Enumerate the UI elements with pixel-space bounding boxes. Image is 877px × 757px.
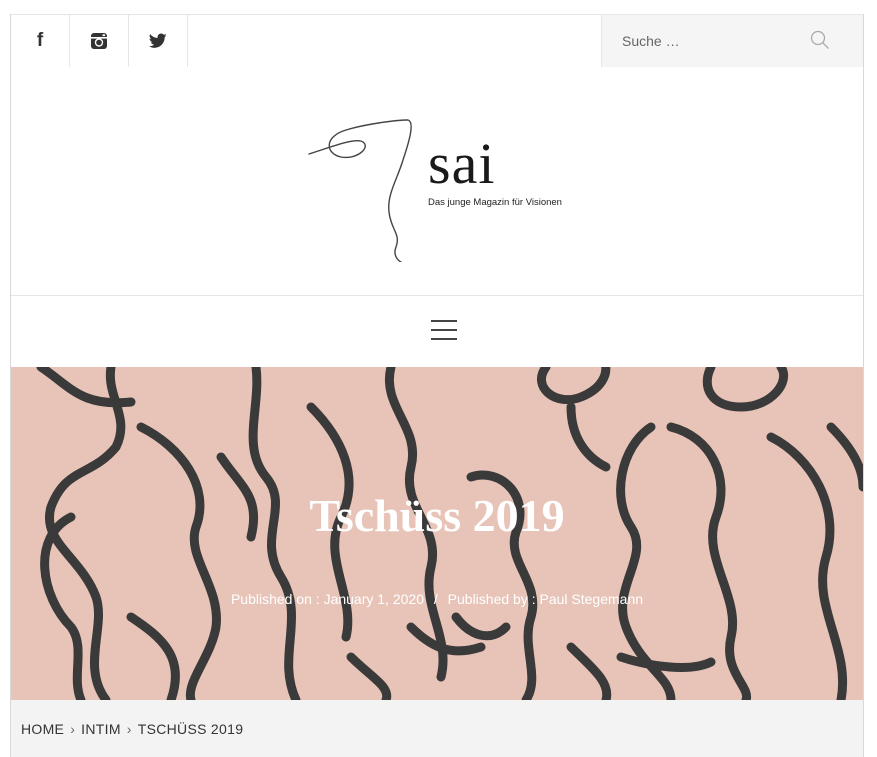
post-title: Tschüss 2019	[309, 490, 565, 541]
instagram-link[interactable]	[70, 15, 129, 67]
breadcrumb-home[interactable]: HOME	[21, 721, 64, 737]
menu-bar	[431, 320, 457, 322]
menu-bar	[431, 338, 457, 340]
breadcrumb-trail: HOME › INTIM › TSCHÜSS 2019	[21, 721, 243, 737]
breadcrumb-arrow-icon: ›	[70, 720, 76, 737]
facebook-link[interactable]: f	[11, 15, 70, 67]
post-meta: Published on : January 1, 2020 / Publish…	[11, 591, 863, 607]
search-icon[interactable]	[810, 30, 830, 50]
breadcrumb-category[interactable]: INTIM	[81, 721, 121, 737]
search-input[interactable]	[620, 32, 794, 50]
site-header: sai Das junge Magazin für Visionen	[11, 67, 863, 295]
menu-bar	[431, 329, 457, 331]
social-links: f	[11, 15, 188, 67]
author-link[interactable]: Paul Stegemann	[540, 591, 644, 607]
published-by-label: Published by :	[447, 591, 536, 607]
search-box	[601, 15, 863, 67]
site-title[interactable]: sai	[428, 135, 495, 193]
twitter-icon	[149, 33, 167, 48]
published-date-link[interactable]: January 1, 2020	[324, 591, 424, 607]
instagram-icon	[91, 33, 107, 49]
twitter-link[interactable]	[129, 15, 188, 67]
published-on-label: Published on :	[230, 591, 320, 607]
site-tagline: Das junge Magazin für Visionen	[428, 197, 562, 208]
menu-toggle-icon[interactable]	[431, 320, 457, 342]
logo-scribble-icon[interactable]	[301, 102, 421, 262]
top-bar: f	[11, 14, 863, 68]
page-frame: f Suche … sai Das junge Magazin für Visi…	[10, 14, 864, 757]
meta-separator: /	[433, 591, 438, 607]
hero-banner: Tschüss 2019 Published on : January 1, 2…	[11, 367, 863, 700]
breadcrumb-current: TSCHÜSS 2019	[137, 720, 244, 737]
main-navigation	[11, 295, 863, 368]
breadcrumb: HOME › INTIM › TSCHÜSS 2019	[11, 700, 863, 757]
breadcrumb-arrow-icon: ›	[126, 720, 132, 737]
facebook-icon: f	[36, 30, 44, 51]
